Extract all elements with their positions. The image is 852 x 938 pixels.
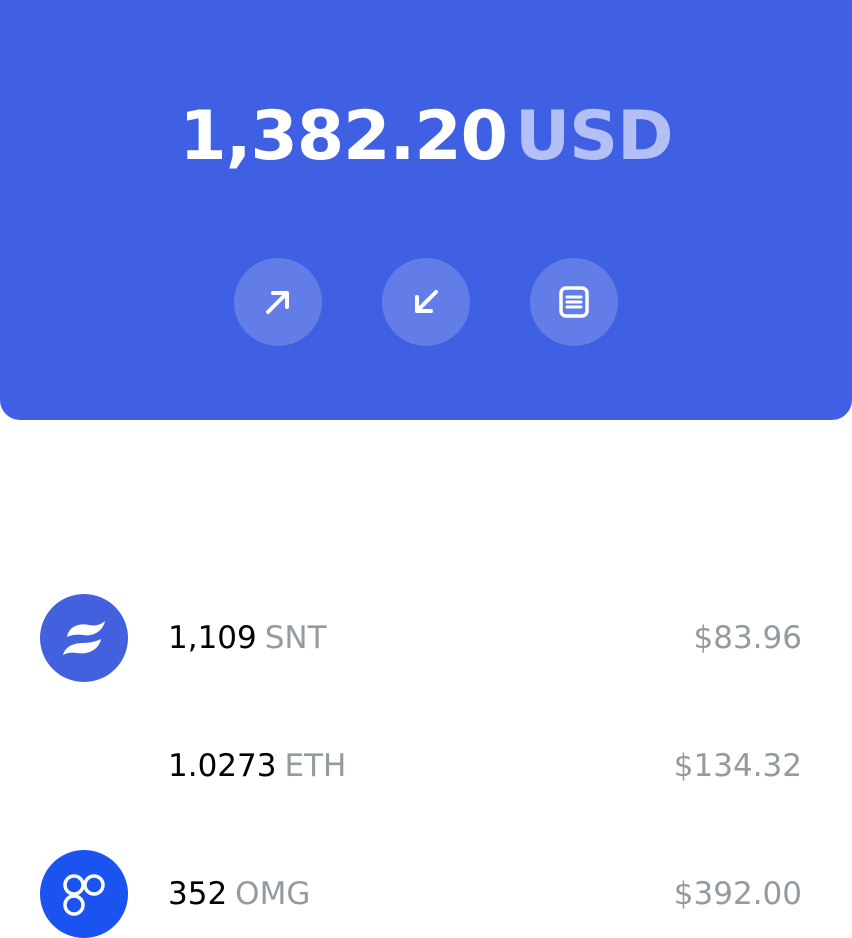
omg-logo-icon [40, 850, 128, 938]
balance-currency: USD [514, 97, 674, 176]
wallet-actions [234, 258, 618, 346]
asset-row-eth[interactable]: 1.0273 ETH $134.32 [0, 722, 852, 810]
asset-fiat-value: $134.32 [673, 748, 802, 784]
balance-header: 1,382.20 USD [0, 0, 852, 420]
send-button[interactable] [234, 258, 322, 346]
asset-amount: 1,109 SNT [168, 594, 327, 682]
asset-symbol: ETH [284, 748, 347, 784]
asset-fiat-value: $392.00 [673, 876, 802, 912]
asset-row-snt[interactable]: 1,109 SNT $83.96 [0, 594, 852, 682]
asset-amount: 1.0273 ETH [168, 722, 346, 810]
asset-symbol: SNT [264, 620, 327, 656]
total-balance: 1,382.20 USD [0, 92, 852, 182]
snt-logo-icon [40, 594, 128, 682]
arrow-up-right-icon [266, 291, 289, 314]
asset-quantity: 1.0273 [168, 748, 277, 784]
document-list-icon [559, 286, 589, 318]
asset-row-omg[interactable]: 352 OMG $392.00 [0, 850, 852, 938]
receive-button[interactable] [382, 258, 470, 346]
asset-quantity: 352 [168, 876, 228, 912]
asset-symbol: OMG [235, 876, 311, 912]
asset-fiat-value: $83.96 [693, 620, 802, 656]
arrow-down-left-icon [415, 290, 438, 313]
asset-amount: 352 OMG [168, 850, 310, 938]
balance-amount: 1,382.20 [179, 97, 508, 176]
asset-quantity: 1,109 [168, 620, 257, 656]
transaction-history-button[interactable] [530, 258, 618, 346]
